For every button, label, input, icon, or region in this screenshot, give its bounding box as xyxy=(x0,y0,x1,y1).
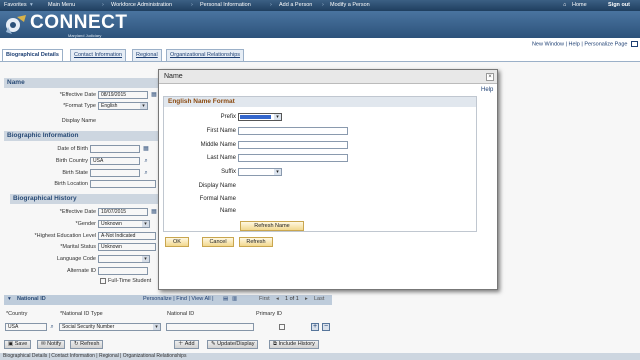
logo-text: CONNECT xyxy=(30,12,128,33)
home-icon[interactable]: ⌂ xyxy=(563,2,566,8)
middle-name-input[interactable] xyxy=(238,141,348,149)
formal-name-label: Formal Name xyxy=(199,196,236,202)
breadcrumb-personal-info[interactable]: Personal Information xyxy=(200,2,251,8)
logo-subtitle: Maryland Judiciary xyxy=(68,33,102,38)
chevron-right-icon: › xyxy=(102,2,104,8)
tab-organizational-relationships[interactable]: Organizational Relationships xyxy=(166,49,245,61)
name-label: Name xyxy=(219,208,236,214)
new-window-link[interactable]: New Window xyxy=(532,41,564,47)
suffix-label: Suffix xyxy=(221,169,236,175)
prefix-label: Prefix xyxy=(220,114,236,120)
last-name-input[interactable] xyxy=(238,154,348,162)
chevron-down-icon: ▾ xyxy=(274,169,281,175)
chevron-right-icon: › xyxy=(191,2,193,8)
last-name-label: Last Name xyxy=(206,155,236,161)
chevron-right-icon: › xyxy=(270,2,272,8)
refresh-name-button[interactable]: Refresh Name xyxy=(240,221,304,231)
chevron-down-icon: ▾ xyxy=(274,114,281,120)
dialog-help-link[interactable]: Help xyxy=(481,87,493,93)
close-icon[interactable]: × xyxy=(486,73,494,81)
top-nav-bar: Favorites ▾ Main Menu › Workforce Admini… xyxy=(0,0,640,11)
display-name-label: Display Name xyxy=(198,183,236,189)
chevron-right-icon: › xyxy=(322,2,324,8)
cancel-button[interactable]: Cancel xyxy=(202,237,234,247)
first-name-input[interactable] xyxy=(238,127,348,135)
breadcrumb-add-person[interactable]: Add a Person xyxy=(279,2,312,8)
dialog-title: Name xyxy=(159,70,497,84)
personalize-page-link[interactable]: Personalize Page xyxy=(584,41,627,47)
breadcrumb-modify-person[interactable]: Modify a Person xyxy=(330,2,370,8)
dropdown-icon: ▾ xyxy=(30,2,33,8)
chart-icon[interactable] xyxy=(631,41,638,47)
page-links: New Window | Help | Personalize Page xyxy=(532,41,638,47)
suffix-select[interactable]: ▾ xyxy=(238,168,282,176)
main-menu[interactable]: Main Menu xyxy=(48,2,75,8)
english-name-format-box: English Name Format Prefix ▾ First Name … xyxy=(163,96,477,232)
prefix-selected-highlight xyxy=(240,115,271,119)
favorites-menu[interactable]: Favorites xyxy=(4,2,27,8)
tab-regional[interactable]: Regional xyxy=(132,49,162,61)
ok-button[interactable]: OK xyxy=(165,237,189,247)
connect-logo-icon xyxy=(6,15,26,34)
sign-out-link[interactable]: Sign out xyxy=(608,2,630,8)
breadcrumb-workforce[interactable]: Workforce Administration xyxy=(111,2,172,8)
home-link[interactable]: Home xyxy=(572,2,587,8)
name-dialog: Name × Help English Name Format Prefix ▾… xyxy=(158,69,498,290)
first-name-label: First Name xyxy=(206,128,236,134)
help-link[interactable]: Help xyxy=(569,41,580,47)
prefix-select[interactable]: ▾ xyxy=(238,113,282,121)
tab-biographical-details[interactable]: Biographical Details xyxy=(2,49,63,61)
middle-name-label: Middle Name xyxy=(200,142,236,148)
english-name-format-header: English Name Format xyxy=(164,97,476,107)
tab-contact-information[interactable]: Contact Information xyxy=(70,49,126,61)
dialog-refresh-button[interactable]: Refresh xyxy=(239,237,273,247)
